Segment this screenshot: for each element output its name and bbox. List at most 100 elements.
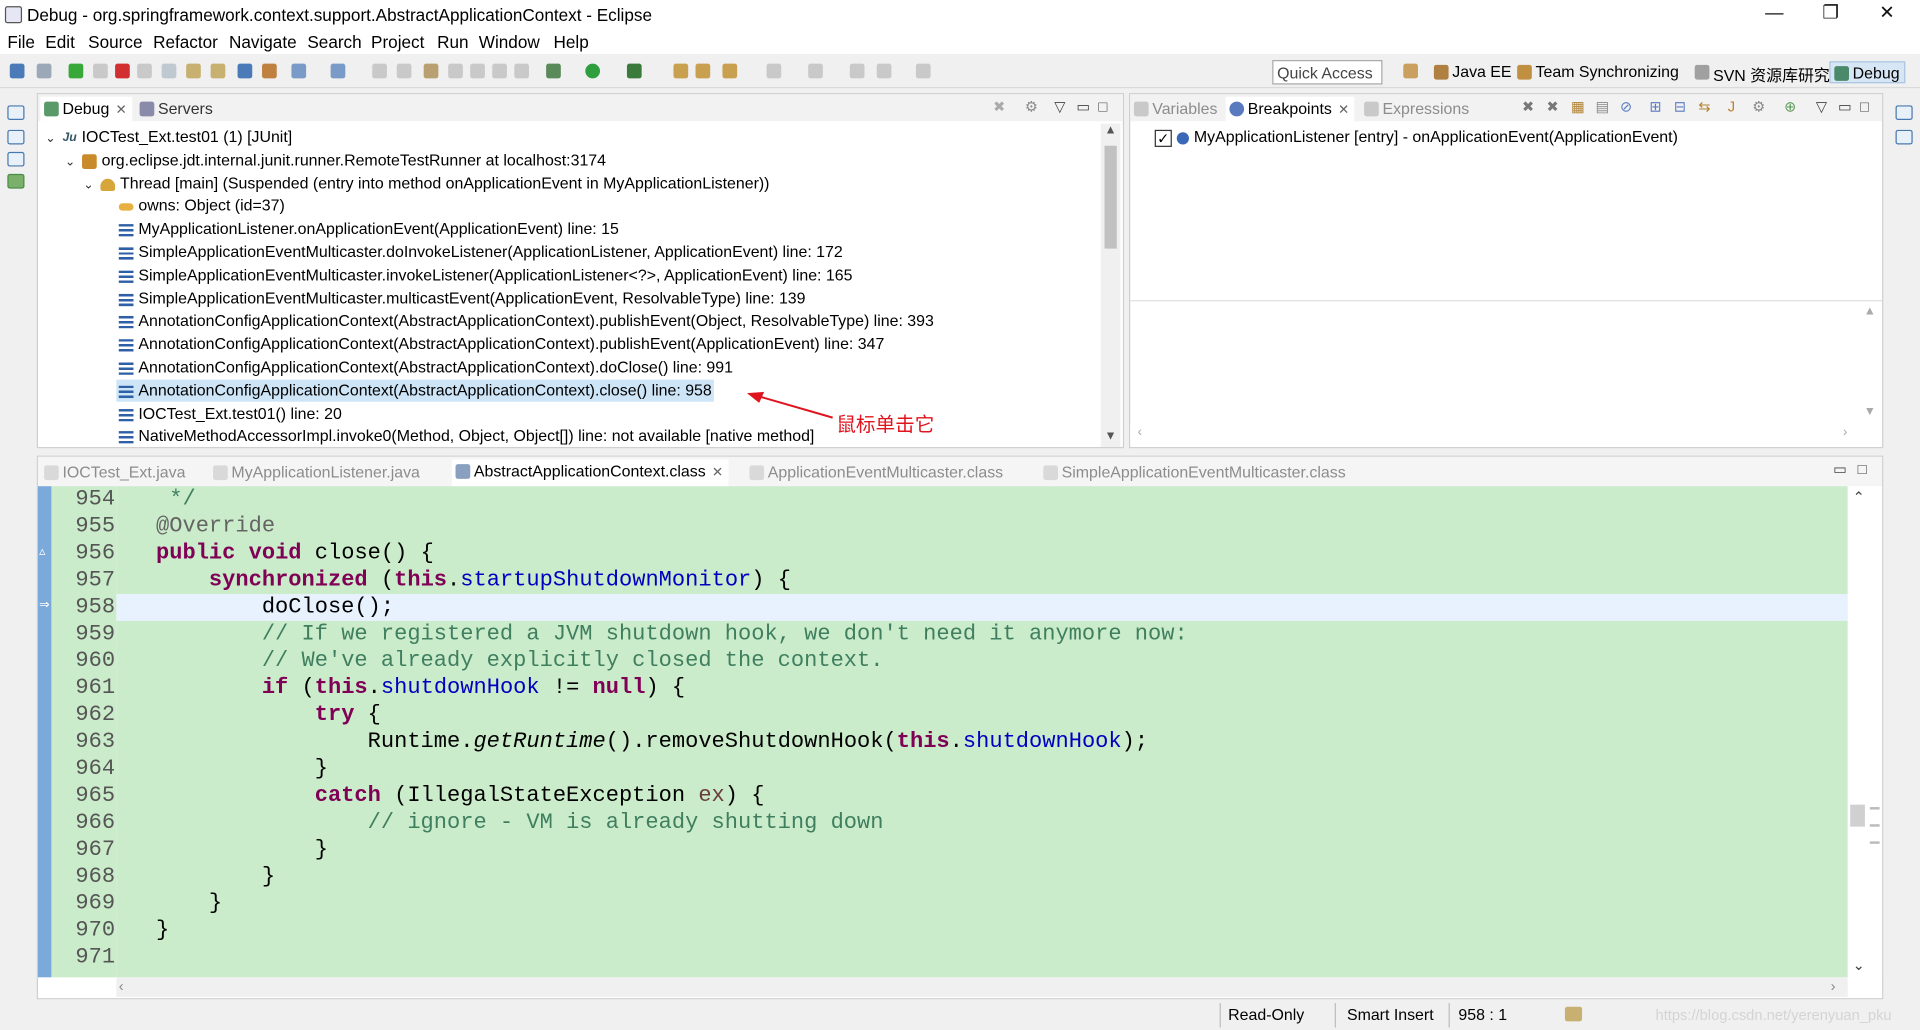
tab-expressions[interactable]: Expressions <box>1360 97 1474 121</box>
breakpoint-checkbox[interactable]: ✓ <box>1154 129 1172 147</box>
menu-help[interactable]: Help <box>553 32 588 52</box>
skip-breakpoints-icon[interactable] <box>36 63 52 79</box>
menu-navigate[interactable]: Navigate <box>229 32 297 52</box>
chevron-down-icon[interactable]: ▽ <box>1816 98 1827 115</box>
scroll-up-icon[interactable]: ▲ <box>1104 124 1116 137</box>
restore-view-icon[interactable] <box>7 105 25 121</box>
stack-frame[interactable]: AnnotationConfigApplicationContext(Abstr… <box>118 356 733 378</box>
scroll-left-icon[interactable]: ‹ <box>1138 425 1142 440</box>
menu-search[interactable]: Search <box>307 32 361 52</box>
resume-icon[interactable] <box>68 63 84 79</box>
open-type-icon[interactable] <box>396 63 412 79</box>
scroll-right-icon[interactable]: › <box>1831 977 1836 994</box>
perspective-java-ee[interactable]: Java EE <box>1430 61 1516 83</box>
scroll-down-icon[interactable]: ▼ <box>1104 430 1116 443</box>
tree-item-process[interactable]: ⌄ org.eclipse.jdt.internal.junit.runner.R… <box>65 149 606 171</box>
open-resource-icon[interactable] <box>722 63 738 79</box>
progress-icon[interactable] <box>1564 1006 1583 1022</box>
tab-applicationeventmulticaster-class[interactable]: ApplicationEventMulticaster.class <box>746 460 1008 484</box>
use-step-filters-icon[interactable] <box>262 63 277 79</box>
prev-annotation-icon[interactable] <box>808 63 823 79</box>
stack-frame-selected[interactable]: AnnotationConfigApplicationContext(Abstr… <box>116 379 715 402</box>
debug-tree-scrollbar[interactable]: ▲ ▼ <box>1100 123 1121 448</box>
code-text-area[interactable]: */ @Override public void close() { synch… <box>116 486 1848 978</box>
outline-view-icon[interactable] <box>1895 129 1913 145</box>
scroll-right-icon[interactable]: › <box>1843 425 1847 440</box>
annotation-icon[interactable] <box>470 63 485 79</box>
chevron-down-icon[interactable]: ⌄ <box>65 152 82 174</box>
exception-breakpoint-icon[interactable]: J <box>1728 98 1735 115</box>
block-selection-icon[interactable] <box>492 63 507 79</box>
go-to-file-icon[interactable]: ▤ <box>1596 98 1610 115</box>
stack-frame[interactable]: SimpleApplicationEventMulticaster.invoke… <box>118 265 853 287</box>
open-perspective-button-icon[interactable] <box>1403 63 1418 79</box>
tab-debug[interactable]: Debug ✕ <box>40 96 132 122</box>
close-tab-icon[interactable]: ✕ <box>1338 103 1349 118</box>
editor-horizontal-scrollbar[interactable]: ‹ › <box>116 977 1848 997</box>
chevron-down-icon[interactable]: ⌄ <box>83 175 100 197</box>
view-menu-icon[interactable]: ⚙ <box>1752 98 1765 115</box>
collapse-all-icon[interactable]: ⊟ <box>1674 98 1686 115</box>
print-icon[interactable] <box>372 63 387 79</box>
suspend-icon[interactable] <box>93 63 108 79</box>
maximize-view-icon[interactable]: □ <box>1098 98 1107 115</box>
maximize-view-icon[interactable]: □ <box>1860 98 1869 115</box>
coverage-icon[interactable] <box>626 63 642 79</box>
menu-source[interactable]: Source <box>88 32 142 52</box>
remove-all-breakpoints-icon[interactable]: ✖ <box>1547 98 1559 115</box>
project-explorer-icon[interactable] <box>7 129 25 145</box>
external-tools-icon[interactable] <box>673 63 689 79</box>
menu-window[interactable]: Window <box>479 32 540 52</box>
chevron-up-icon[interactable]: ⌃ <box>1853 489 1865 506</box>
console-icon[interactable] <box>7 173 25 189</box>
expand-all-icon[interactable]: ⊞ <box>1649 98 1661 115</box>
minimize-editor-icon[interactable]: ▭ <box>1833 460 1847 477</box>
quick-access-input[interactable]: Quick Access <box>1272 60 1383 85</box>
tree-item-thread[interactable]: ⌄ Thread [main] (Suspended (entry into me… <box>83 173 769 195</box>
add-java-exception-icon[interactable]: ⊕ <box>1784 98 1796 115</box>
tab-breakpoints[interactable]: Breakpoints ✕ <box>1225 96 1355 122</box>
next-annotation-icon[interactable] <box>766 63 782 79</box>
step-into-icon[interactable] <box>161 63 177 79</box>
back-icon[interactable] <box>876 63 892 79</box>
close-tab-icon[interactable]: ✕ <box>712 465 723 480</box>
open-task-icon[interactable] <box>695 63 711 79</box>
minimize-button[interactable]: — <box>1746 0 1802 29</box>
maximize-editor-icon[interactable]: □ <box>1858 460 1867 477</box>
run-icon[interactable] <box>585 63 601 79</box>
scrollbar-thumb[interactable] <box>1850 804 1865 827</box>
scrollbar-thumb[interactable] <box>1104 145 1117 249</box>
drop-to-frame-icon[interactable] <box>237 63 253 79</box>
detail-pane-hscrollbar[interactable]: ‹ › <box>1130 424 1861 445</box>
tab-simpleapplicationeventmulticaster-class[interactable]: SimpleApplicationEventMulticaster.class <box>1040 460 1351 484</box>
chevron-down-icon[interactable]: ⌄ <box>45 129 62 151</box>
chevron-down-icon[interactable]: ▽ <box>1054 98 1065 115</box>
menu-file[interactable]: File <box>7 32 35 52</box>
perspective-debug[interactable]: Debug <box>1829 61 1906 84</box>
menu-refactor[interactable]: Refactor <box>153 32 218 52</box>
terminate-icon[interactable] <box>115 63 130 79</box>
show-whitespace-icon[interactable] <box>514 63 529 79</box>
step-return-icon[interactable] <box>210 63 226 79</box>
step-over-icon[interactable] <box>186 63 201 79</box>
menu-run[interactable]: Run <box>437 32 468 52</box>
show-supported-breakpoints-icon[interactable]: ▦ <box>1571 98 1585 115</box>
restore-button[interactable]: ❐ <box>1802 0 1858 29</box>
tree-item-monitor[interactable]: owns: Object (id=37) <box>118 195 285 217</box>
tab-variables[interactable]: Variables <box>1130 97 1222 121</box>
tab-abstractapplicationcontext-class[interactable]: AbstractApplicationContext.class ✕ <box>451 459 729 487</box>
tab-myapplicationlistener-java[interactable]: MyApplicationListener.java <box>209 460 424 484</box>
scroll-down-icon[interactable]: ▼ <box>1864 405 1876 418</box>
minimize-view-icon[interactable]: ▭ <box>1838 98 1852 115</box>
last-edit-icon[interactable] <box>849 63 865 79</box>
forward-icon[interactable] <box>915 63 931 79</box>
perspective-svn[interactable]: SVN 资源库研究 <box>1691 61 1835 85</box>
view-menu-icon[interactable]: ⚙ <box>1025 98 1038 115</box>
outline-icon[interactable] <box>7 151 25 167</box>
disconnect-icon[interactable] <box>137 63 152 79</box>
toggle-mark-icon[interactable] <box>448 63 463 79</box>
stack-frame[interactable]: SimpleApplicationEventMulticaster.doInvo… <box>118 241 843 263</box>
editor-vertical-scrollbar[interactable]: ⌃ ⌄ <box>1847 486 1883 978</box>
save-icon[interactable] <box>330 63 346 79</box>
perspective-team-synchronizing[interactable]: Team Synchronizing <box>1513 61 1683 83</box>
